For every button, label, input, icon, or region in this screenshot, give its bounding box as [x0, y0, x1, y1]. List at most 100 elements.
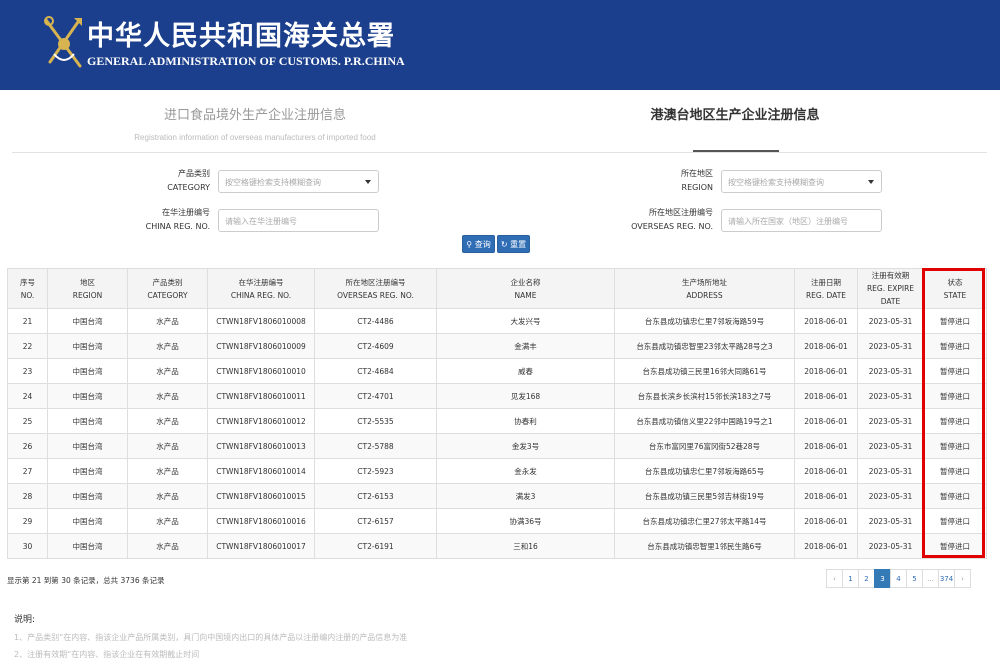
column-header-cn: 序号	[20, 277, 35, 287]
category-cell: 水产品	[127, 433, 208, 459]
page-link[interactable]: 3	[874, 569, 891, 588]
overseas-reg-cell: CT2-4684	[314, 358, 437, 384]
region-cell: 中国台湾	[47, 458, 128, 484]
overseas-reg-cell: CT2-4701	[314, 383, 437, 409]
china-reg-cell: CTWN18FV1806010012	[207, 408, 315, 434]
state-cell: 暂停进口	[923, 508, 987, 534]
region-label: 所在地区 REGION	[603, 167, 713, 195]
category-cell: 水产品	[127, 458, 208, 484]
table-row: 29 中国台湾 水产品 CTWN18FV1806010016 CT2-6157 协满36号…	[7, 508, 987, 534]
column-header-en: REG. EXPIRE DATE	[866, 284, 915, 306]
overseas-reg-cell: CT2-6153	[314, 483, 437, 509]
page-link[interactable]: 5	[906, 569, 923, 588]
search-button[interactable]: ⚲ 查询	[462, 235, 495, 253]
pagination: ‹ 1 2 3 4 5... 374 ›	[826, 569, 971, 588]
page-link[interactable]: 4	[890, 569, 907, 588]
state-cell: 暂停进口	[923, 533, 987, 559]
region-label-cn: 所在地区	[681, 169, 713, 178]
address-cell: 台东县成功镇忠仁里7邻坂海路65号	[614, 458, 795, 484]
category-label: 产品类别 CATEGORY	[100, 167, 210, 195]
address-cell: 台东县成功镇忠智里23邻太平路28号之3	[614, 333, 795, 359]
page-link[interactable]: 2	[858, 569, 875, 588]
expire-date-cell: 2023-05-31	[857, 383, 924, 409]
notes-title: 说明:	[14, 615, 36, 625]
category-select[interactable]: 按空格键检索支持模糊查询	[218, 170, 379, 193]
column-header: 序号 NO.	[7, 268, 48, 309]
column-header: 地区 REGION	[47, 268, 128, 309]
overseas-reg-label-cn: 所在地区注册编号	[649, 208, 713, 217]
column-header: 所在地区注册编号 OVERSEAS REG. NO.	[314, 268, 437, 309]
tab-overseas-manufacturers[interactable]: 进口食品境外生产企业注册信息 Registration information …	[130, 104, 380, 142]
column-header: 注册有效期 REG. EXPIRE DATE	[857, 268, 924, 309]
table-row: 26 中国台湾 水产品 CTWN18FV1806010013 CT2-5788 金发3号台…	[7, 433, 987, 459]
name-cell: 三和16	[436, 533, 615, 559]
table-row: 27 中国台湾 水产品 CTWN18FV1806010014 CT2-5923 金永发 台东…	[7, 458, 987, 484]
site-title-en: GENERAL ADMINISTRATION OF CUSTOMS. P.R.C…	[87, 54, 405, 68]
region-cell: 中国台湾	[47, 408, 128, 434]
expire-date-cell: 2023-05-31	[857, 533, 924, 559]
table-row: 28 中国台湾 水产品 CTWN18FV1806010015 CT2-6153 满发3 台东…	[7, 483, 987, 509]
refresh-icon: ↻	[500, 240, 508, 249]
table-body: 21 中国台湾 水产品 CTWN18FV1806010008 CT2-4486 大发兴号台…	[7, 308, 987, 559]
column-header: 在华注册编号 CHINA REG. NO.	[207, 268, 315, 309]
page-link[interactable]: 1	[842, 569, 859, 588]
column-header-cn: 所在地区注册编号	[345, 277, 406, 287]
address-cell: 台东县成功镇三民里5邻吉林街19号	[614, 483, 795, 509]
prev-page-button[interactable]: ‹	[826, 569, 843, 588]
note-item: 2、注册有效期“在内容、指该企业在有效期截止时间	[14, 650, 200, 659]
column-header-cn: 生产场所地址	[682, 277, 727, 287]
column-header-cn: 注册有效期	[871, 271, 910, 280]
expire-date-cell: 2023-05-31	[857, 508, 924, 534]
name-cell: 金永发	[436, 458, 615, 484]
reg-date-cell: 2018-06-01	[794, 533, 858, 559]
column-header: 注册日期 REG. DATE	[794, 268, 858, 309]
address-cell: 台东县成功镇忠智里1邻民生路6号	[614, 533, 795, 559]
region-cell: 中国台湾	[47, 483, 128, 509]
state-cell: 暂停进口	[923, 333, 987, 359]
reg-date-cell: 2018-06-01	[794, 408, 858, 434]
tab-divider	[12, 152, 987, 153]
overseas-reg-label-en: OVERSEAS REG. NO.	[631, 222, 713, 231]
reset-button[interactable]: ↻ 重置	[497, 235, 530, 253]
reg-date-cell: 2018-06-01	[794, 308, 858, 334]
column-header-en: OVERSEAS REG. NO.	[337, 290, 414, 300]
category-cell: 水产品	[127, 408, 208, 434]
overseas-reg-cell: CT2-5535	[314, 408, 437, 434]
name-cell: 大发兴号	[436, 308, 615, 334]
region-placeholder: 按空格键检索支持模糊查询	[728, 178, 824, 187]
region-cell: 中国台湾	[47, 358, 128, 384]
tab-hk-macao-taiwan[interactable]: 港澳台地区生产企业注册信息	[610, 104, 860, 123]
column-header: 生产场所地址 ADDRESS	[614, 268, 795, 309]
overseas-reg-cell: CT2-5788	[314, 433, 437, 459]
china-reg-input[interactable]: 请输入在华注册编号	[218, 209, 379, 232]
column-header-en: NAME	[514, 290, 537, 300]
overseas-reg-cell: CT2-4486	[314, 308, 437, 334]
china-reg-cell: CTWN18FV1806010009	[207, 333, 315, 359]
reg-date-cell: 2018-06-01	[794, 508, 858, 534]
expire-date-cell: 2023-05-31	[857, 483, 924, 509]
table-header-row: 序号 NO. 地区 REGION 产品类别 CATEGORY 在华注册编号 CHINA REG…	[7, 268, 987, 309]
address-cell: 台东县成功镇三民里16邻大同路61号	[614, 358, 795, 384]
caret-down-icon	[868, 180, 874, 184]
page-link[interactable]: 374	[938, 569, 955, 588]
column-header-cn: 在华注册编号	[238, 277, 284, 287]
region-select[interactable]: 按空格键检索支持模糊查询	[721, 170, 882, 193]
site-header: 中华人民共和国海关总署 GENERAL ADMINISTRATION OF CU…	[0, 0, 1000, 90]
expire-date-cell: 2023-05-31	[857, 358, 924, 384]
overseas-reg-input[interactable]: 请输入所在国家（地区）注册编号	[721, 209, 882, 232]
name-cell: 满发3	[436, 483, 615, 509]
column-header-cn: 状态	[947, 277, 963, 287]
row-number: 24	[7, 383, 48, 409]
state-cell: 暂停进口	[923, 308, 987, 334]
next-page-button[interactable]: ›	[954, 569, 971, 588]
name-cell: 协春利	[436, 408, 615, 434]
caret-down-icon	[365, 180, 371, 184]
expire-date-cell: 2023-05-31	[857, 458, 924, 484]
column-header: 状态 STATE	[923, 268, 987, 309]
row-number: 27	[7, 458, 48, 484]
china-reg-cell: CTWN18FV1806010008	[207, 308, 315, 334]
name-cell: 见发168	[436, 383, 615, 409]
name-cell: 威春	[436, 358, 615, 384]
region-cell: 中国台湾	[47, 533, 128, 559]
page-ellipsis[interactable]: ...	[922, 569, 939, 588]
